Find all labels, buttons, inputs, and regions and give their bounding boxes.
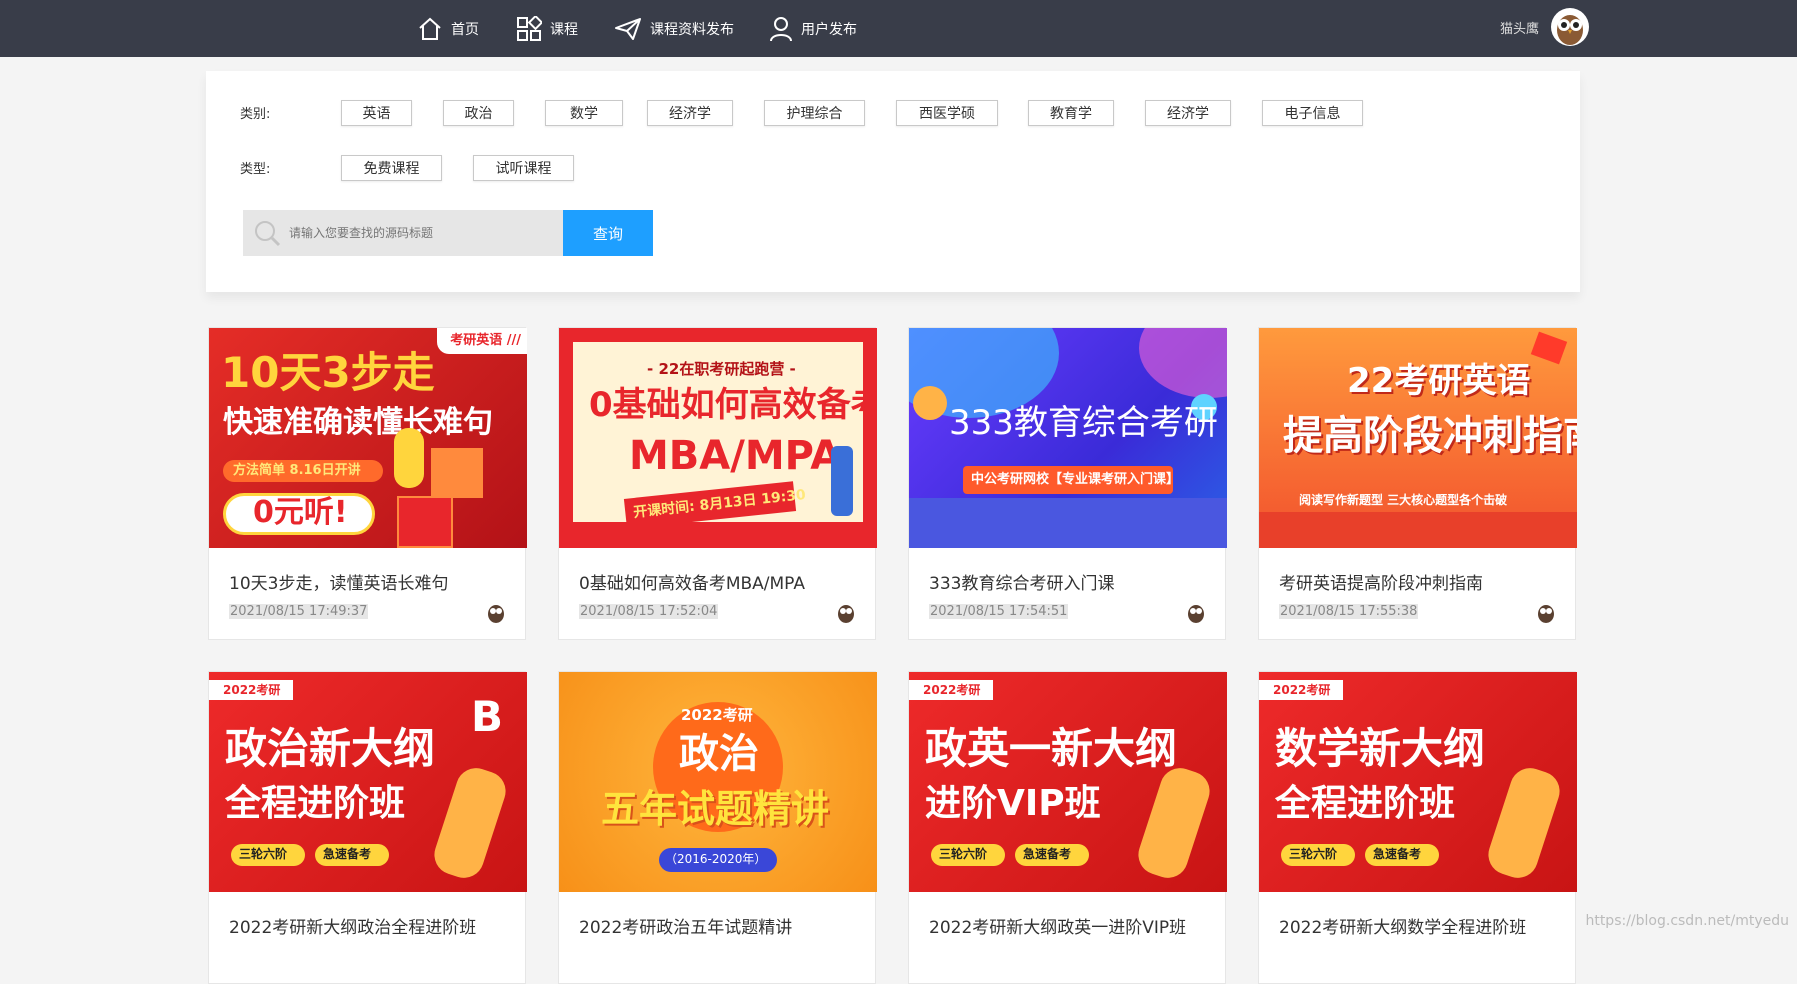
course-card[interactable]: 考研英语 /// 10天3步走 快速准确读懂长难句 方法简单 8.16日开讲 0… <box>208 327 526 640</box>
category-tag[interactable]: 护理综合 <box>764 100 865 126</box>
filter-panel: 类别: 英语 政治 数学 经济学 护理综合 西医学硕 教育学 经济学 电子信息 … <box>206 71 1580 292</box>
username: 猫头鹰 <box>1500 18 1539 37</box>
owl-avatar-icon <box>1185 601 1207 623</box>
user-icon <box>769 16 793 42</box>
owl-avatar-icon <box>1535 601 1557 623</box>
course-title[interactable]: 10天3步走，读懂英语长难句 <box>229 569 448 594</box>
course-title[interactable]: 2022考研新大纲政英一进阶VIP班 <box>929 913 1186 938</box>
author-avatar <box>1535 601 1557 623</box>
category-tag[interactable]: 英语 <box>341 100 412 126</box>
category-tag[interactable]: 经济学 <box>1145 100 1231 126</box>
category-tag[interactable]: 政治 <box>443 100 514 126</box>
author-avatar <box>485 601 507 623</box>
course-card[interactable]: 2022考研 政治新大纲 全程进阶班 三轮六阶 急速备考 B 2022考研新大纲… <box>208 671 526 984</box>
search-icon <box>253 219 281 247</box>
course-thumbnail[interactable]: 2022考研 政英一新大纲 进阶VIP班 三轮六阶 急速备考 <box>909 672 1227 892</box>
category-tag[interactable]: 电子信息 <box>1262 100 1363 126</box>
nav-publish-materials[interactable]: 课程资料发布 <box>614 0 734 57</box>
course-thumbnail[interactable]: 2022考研 政治 五年试题精讲 （2016-2020年） <box>559 672 877 892</box>
course-date: 2021/08/15 17:52:04 <box>579 604 718 619</box>
owl-avatar-icon <box>485 601 507 623</box>
send-icon <box>614 17 642 41</box>
course-date: 2021/08/15 17:49:37 <box>229 604 368 619</box>
nav-user-publish[interactable]: 用户发布 <box>769 0 857 57</box>
course-date: 2021/08/15 17:55:38 <box>1279 604 1418 619</box>
course-title[interactable]: 0基础如何高效备考MBA/MPA <box>579 569 805 594</box>
course-thumbnail[interactable]: 333教育综合考研 中公考研网校【专业课考研入门课】 <box>909 328 1227 548</box>
author-avatar <box>1185 601 1207 623</box>
type-tag[interactable]: 试听课程 <box>473 155 574 181</box>
owl-avatar-icon <box>835 601 857 623</box>
search-input[interactable] <box>289 226 549 240</box>
course-title[interactable]: 333教育综合考研入门课 <box>929 569 1114 594</box>
author-avatar <box>835 601 857 623</box>
type-label: 类型: <box>240 158 270 177</box>
course-title[interactable]: 考研英语提高阶段冲刺指南 <box>1279 569 1483 594</box>
apps-icon <box>516 16 542 42</box>
course-card[interactable]: - 22在职考研起跑营 - 0基础如何高效备考 MBA/MPA 开课时间: 8月… <box>558 327 876 640</box>
type-tag[interactable]: 免费课程 <box>341 155 442 181</box>
nav-home-label: 首页 <box>451 19 479 39</box>
top-nav-bar: 首页 课程 课程资料发布 用户发布 猫头鹰 <box>0 0 1797 57</box>
course-thumbnail[interactable]: 考研英语 /// 10天3步走 快速准确读懂长难句 方法简单 8.16日开讲 0… <box>209 328 527 548</box>
course-thumbnail[interactable]: - 22在职考研起跑营 - 0基础如何高效备考 MBA/MPA 开课时间: 8月… <box>559 328 877 548</box>
course-title[interactable]: 2022考研政治五年试题精讲 <box>579 913 792 938</box>
category-label: 类别: <box>240 103 270 122</box>
watermark: https://blog.csdn.net/mtyedu <box>1585 913 1789 929</box>
course-title[interactable]: 2022考研新大纲数学全程进阶班 <box>1279 913 1526 938</box>
category-tag[interactable]: 教育学 <box>1028 100 1114 126</box>
course-card[interactable]: 22考研英语 提高阶段冲刺指南 阅读写作新题型 三大核心题型各个击破 考研英语提… <box>1258 327 1576 640</box>
course-thumbnail[interactable]: 22考研英语 提高阶段冲刺指南 阅读写作新题型 三大核心题型各个击破 <box>1259 328 1577 548</box>
course-thumbnail[interactable]: 2022考研 数学新大纲 全程进阶班 三轮六阶 急速备考 <box>1259 672 1577 892</box>
user-menu[interactable]: 猫头鹰 <box>1500 8 1589 46</box>
nav-user-publish-label: 用户发布 <box>801 19 857 39</box>
course-thumbnail[interactable]: 2022考研 政治新大纲 全程进阶班 三轮六阶 急速备考 B <box>209 672 527 892</box>
course-card[interactable]: 2022考研 政英一新大纲 进阶VIP班 三轮六阶 急速备考 2022考研新大纲… <box>908 671 1226 984</box>
category-tag[interactable]: 经济学 <box>647 100 733 126</box>
course-title[interactable]: 2022考研新大纲政治全程进阶班 <box>229 913 476 938</box>
nav-courses[interactable]: 课程 <box>516 0 578 57</box>
nav-courses-label: 课程 <box>550 19 578 39</box>
nav-publish-materials-label: 课程资料发布 <box>650 19 734 39</box>
course-card[interactable]: 333教育综合考研 中公考研网校【专业课考研入门课】 333教育综合考研入门课 … <box>908 327 1226 640</box>
nav-home[interactable]: 首页 <box>417 0 479 57</box>
search-box <box>243 210 563 256</box>
owl-avatar-icon <box>1551 8 1589 46</box>
course-date: 2021/08/15 17:54:51 <box>929 604 1068 619</box>
course-card[interactable]: 2022考研 政治 五年试题精讲 （2016-2020年） 2022考研政治五年… <box>558 671 876 984</box>
category-tag[interactable]: 数学 <box>545 100 623 126</box>
course-card[interactable]: 2022考研 数学新大纲 全程进阶班 三轮六阶 急速备考 2022考研新大纲数学… <box>1258 671 1576 984</box>
home-icon <box>417 17 443 41</box>
avatar[interactable] <box>1551 8 1589 46</box>
category-tag[interactable]: 西医学硕 <box>896 100 998 126</box>
search-button[interactable]: 查询 <box>563 210 653 256</box>
